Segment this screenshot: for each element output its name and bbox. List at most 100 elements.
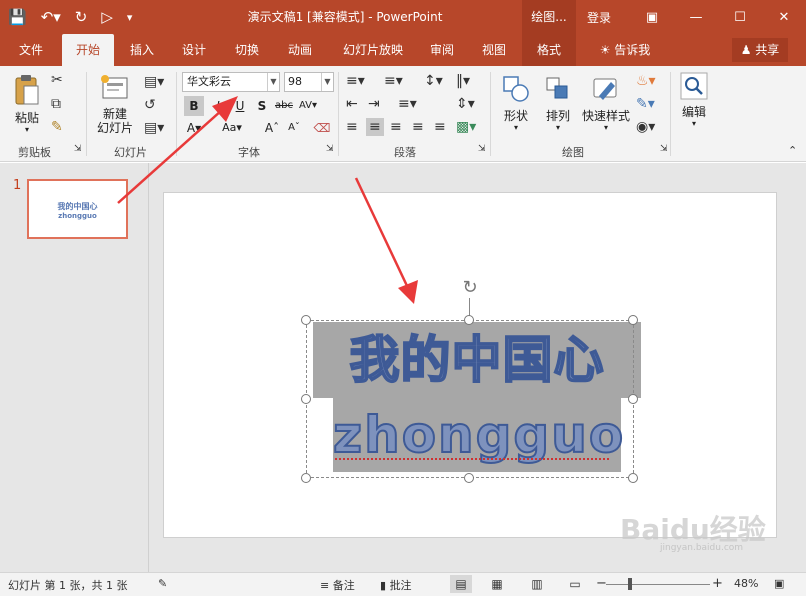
maximize-icon[interactable]: ☐	[718, 0, 762, 34]
justify-icon[interactable]: ≡	[412, 119, 424, 135]
cut-icon[interactable]: ✂	[51, 72, 63, 88]
decrease-indent-icon[interactable]: ⇤	[346, 96, 358, 112]
chevron-down-icon: ▾	[603, 123, 608, 132]
resize-handle[interactable]	[301, 394, 311, 404]
align-right-icon[interactable]: ≡	[390, 119, 402, 135]
bullets-icon[interactable]: ≡▾	[346, 73, 365, 89]
drawing-context-tab[interactable]: 绘图...	[522, 0, 576, 34]
copy-icon[interactable]: ⧉	[51, 96, 61, 112]
notes-icon: ≡	[320, 579, 330, 592]
zoom-slider[interactable]	[606, 584, 710, 585]
shapes-button[interactable]: 形状 ▾	[498, 74, 534, 132]
tab-transitions[interactable]: 切换	[225, 34, 269, 66]
reading-view-icon[interactable]: ▥	[526, 575, 548, 593]
align-center-icon[interactable]: ≡	[366, 118, 384, 136]
comments-button[interactable]: ▮ 批注	[380, 577, 412, 593]
zoom-slider-thumb[interactable]	[628, 578, 632, 590]
tab-home[interactable]: 开始	[62, 34, 114, 66]
strikethrough-button[interactable]: abc	[274, 96, 294, 116]
arrange-button[interactable]: 排列 ▾	[540, 74, 576, 132]
clear-format-icon[interactable]: ⌫	[312, 118, 332, 138]
section-icon[interactable]: ▤▾	[144, 120, 164, 136]
launcher-icon[interactable]: ⇲	[478, 144, 486, 154]
close-icon[interactable]: ✕	[762, 0, 806, 34]
login-button[interactable]: 登录	[587, 9, 611, 26]
rotate-handle-icon[interactable]: ↻	[460, 278, 480, 298]
font-size-field[interactable]: 98 ▼	[284, 72, 334, 92]
tab-file[interactable]: 文件	[8, 34, 54, 66]
resize-handle[interactable]	[301, 473, 311, 483]
resize-handle[interactable]	[301, 315, 311, 325]
zoom-in-icon[interactable]: +	[712, 576, 723, 591]
char-spacing-button[interactable]: AV▾	[298, 96, 318, 116]
shape-outline-icon[interactable]: ✎▾	[636, 96, 655, 112]
comment-icon: ▮	[380, 579, 387, 592]
launcher-icon[interactable]: ⇲	[74, 144, 82, 154]
change-case-button[interactable]: A▾	[184, 118, 204, 138]
slide-thumbnail[interactable]: 我的中国心 zhongguo	[27, 179, 128, 239]
text-box-selection[interactable]	[306, 320, 634, 478]
paragraph-group-label: 段落	[394, 146, 416, 159]
italic-button[interactable]: I	[208, 96, 228, 116]
decrease-font-icon[interactable]: Aˇ	[284, 118, 304, 138]
ribbon-display-icon[interactable]: ▣	[630, 0, 674, 34]
spellcheck-icon[interactable]: ✎	[158, 577, 167, 590]
reset-icon[interactable]: ↺	[144, 97, 156, 113]
tab-slideshow[interactable]: 幻灯片放映	[334, 34, 412, 66]
increase-font-icon[interactable]: Aˆ	[262, 118, 282, 138]
bold-button[interactable]: B	[184, 96, 204, 116]
notes-button[interactable]: ≡ 备注	[320, 577, 355, 593]
resize-handle[interactable]	[628, 315, 638, 325]
fit-slide-icon[interactable]: ▣	[774, 577, 784, 590]
shape-fill-icon[interactable]: ♨▾	[636, 73, 656, 89]
pane-divider[interactable]	[148, 163, 149, 572]
new-slide-label-1: 新建	[102, 107, 127, 121]
zoom-level[interactable]: 48%	[734, 577, 758, 590]
slide-sorter-icon[interactable]: ▦	[486, 575, 508, 593]
launcher-icon[interactable]: ⇲	[326, 144, 334, 154]
line-spacing-icon[interactable]: ↕▾	[424, 73, 443, 89]
launcher-icon[interactable]: ⇲	[660, 144, 668, 154]
minimize-icon[interactable]: —	[674, 0, 718, 34]
columns-icon[interactable]: ‖▾	[456, 73, 470, 89]
new-slide-button[interactable]: 新建 幻灯片	[92, 74, 138, 135]
share-button[interactable]: ♟ 共享	[732, 38, 788, 62]
resize-handle[interactable]	[464, 315, 474, 325]
tab-design[interactable]: 设计	[172, 34, 216, 66]
paste-button[interactable]: 粘贴 ▾	[10, 74, 44, 134]
editing-button[interactable]: 编辑 ▾	[678, 72, 710, 128]
font-name-field[interactable]: 华文彩云 ▼	[182, 72, 280, 92]
tab-review[interactable]: 审阅	[420, 34, 464, 66]
tell-me[interactable]: ☀ 告诉我	[590, 34, 660, 66]
underline-button[interactable]: U	[230, 96, 250, 116]
align-left-icon[interactable]: ≡	[346, 119, 358, 135]
chevron-down-icon[interactable]: ▼	[321, 73, 333, 91]
tell-me-label: 告诉我	[614, 43, 651, 57]
tab-format[interactable]: 格式	[522, 34, 576, 66]
tab-animations[interactable]: 动画	[278, 34, 322, 66]
tab-insert[interactable]: 插入	[120, 34, 164, 66]
resize-handle[interactable]	[628, 394, 638, 404]
layout-icon[interactable]: ▤▾	[144, 74, 164, 90]
smartart-icon[interactable]: ▩▾	[456, 119, 476, 135]
format-painter-icon[interactable]: ✎	[51, 119, 63, 135]
numbering-icon[interactable]: ≡▾	[384, 73, 403, 89]
font-group-label: 字体	[238, 146, 260, 159]
resize-handle[interactable]	[628, 473, 638, 483]
person-icon: ♟	[740, 43, 752, 57]
shape-effects-icon[interactable]: ◉▾	[636, 119, 655, 135]
align-text-icon[interactable]: ⇕▾	[456, 96, 475, 112]
text-direction-icon[interactable]: ≡▾	[398, 96, 417, 112]
font-color-button[interactable]: Aa▾	[218, 118, 246, 138]
shadow-button[interactable]: S	[252, 96, 272, 116]
tab-view[interactable]: 视图	[472, 34, 516, 66]
chevron-down-icon[interactable]: ▼	[267, 73, 279, 91]
slideshow-view-icon[interactable]: ▭	[564, 575, 586, 593]
normal-view-icon[interactable]: ▤	[450, 575, 472, 593]
increase-indent-icon[interactable]: ⇥	[368, 96, 380, 112]
distribute-icon[interactable]: ≡	[434, 119, 446, 135]
quick-styles-button[interactable]: 快速样式 ▾	[580, 74, 632, 132]
arrange-icon	[546, 77, 568, 99]
resize-handle[interactable]	[464, 473, 474, 483]
collapse-ribbon-icon[interactable]: ⌃	[788, 144, 797, 157]
